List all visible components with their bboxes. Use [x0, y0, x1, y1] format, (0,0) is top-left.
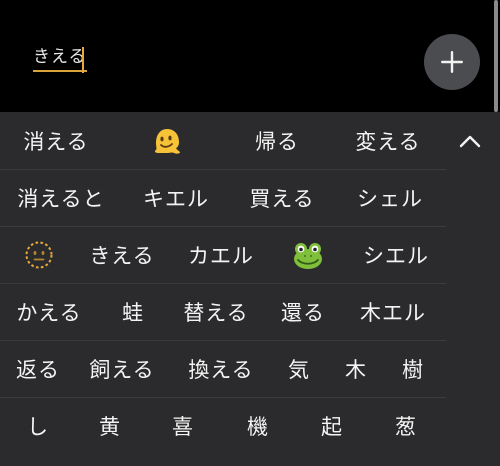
add-button[interactable] [424, 34, 480, 90]
plus-icon [441, 51, 463, 73]
candidate-word[interactable]: 消える [23, 112, 88, 169]
candidate-row: かえる蛙替える 還る 木エル [0, 283, 446, 341]
candidate-word[interactable]: 換える [188, 340, 253, 397]
candidate-word[interactable]: 飼える [89, 340, 154, 397]
candidate-panel: 消える 帰る 変える 消えると キエル 買える シェル きえる カエル シエル かえる蛙替える 還る木… [0, 112, 500, 466]
candidate-word[interactable]: 木 [345, 340, 367, 397]
composing-text[interactable]: きえる [33, 46, 87, 72]
candidate-word[interactable]: 帰る [255, 112, 299, 169]
candidate-word[interactable]: キエル [143, 169, 209, 226]
candidate-row: きえる カエル シエル [0, 226, 446, 284]
candidate-word[interactable]: し [27, 397, 49, 454]
candidate-word[interactable]: 喜 [172, 397, 194, 454]
candidate-word[interactable]: 消えると [17, 169, 104, 226]
dotted-line-face-emoji [24, 240, 54, 270]
candidate-word[interactable]: 起 [321, 397, 343, 454]
candidate-word[interactable]: 返る [16, 340, 60, 397]
candidate-dotted-line-face-emoji[interactable] [24, 226, 54, 283]
candidate-word[interactable]: 買える [249, 169, 314, 226]
text-input-area[interactable]: きえる [0, 0, 500, 112]
scrollbar[interactable] [494, 0, 498, 112]
candidate-row: し黄喜機起葱 [0, 397, 446, 454]
candidate-word[interactable]: 変える [355, 112, 420, 169]
candidate-word[interactable]: 機 [247, 397, 269, 454]
collapse-candidates-button[interactable] [452, 126, 488, 156]
candidate-word[interactable]: シェル [357, 169, 423, 226]
candidate-word[interactable]: 樹 [402, 340, 424, 397]
candidate-word[interactable]: かえる [16, 283, 81, 340]
melting-face-emoji [152, 126, 182, 156]
candidate-word[interactable]: 黄 [99, 397, 121, 454]
frog-emoji [292, 240, 324, 270]
candidate-word[interactable]: 気 [288, 340, 310, 397]
candidate-melting-face-emoji[interactable] [152, 112, 182, 169]
candidate-word[interactable]: きえる [89, 226, 154, 283]
candidate-row: 消えると キエル 買える シェル [0, 169, 446, 227]
candidate-word[interactable]: 木エル [360, 283, 426, 340]
candidate-word[interactable]: カエル [188, 226, 254, 283]
candidate-row: 返る 飼える 換える気木樹 [0, 340, 446, 398]
keyboard-app: きえる 消える 帰る 変える 消えると キエル 買える シェル きえる カエル シエル かえる蛙替え… [0, 0, 500, 466]
candidate-frog-emoji[interactable] [292, 226, 324, 283]
chevron-up-icon [459, 135, 481, 148]
candidate-word[interactable]: 還る [281, 283, 325, 340]
text-caret [82, 47, 84, 73]
candidate-row: 消える 帰る 変える [0, 112, 446, 170]
candidate-word[interactable]: 葱 [395, 397, 417, 454]
candidate-word[interactable]: 替える [183, 283, 248, 340]
candidate-word[interactable]: シエル [363, 226, 429, 283]
candidate-word[interactable]: 蛙 [122, 283, 144, 340]
